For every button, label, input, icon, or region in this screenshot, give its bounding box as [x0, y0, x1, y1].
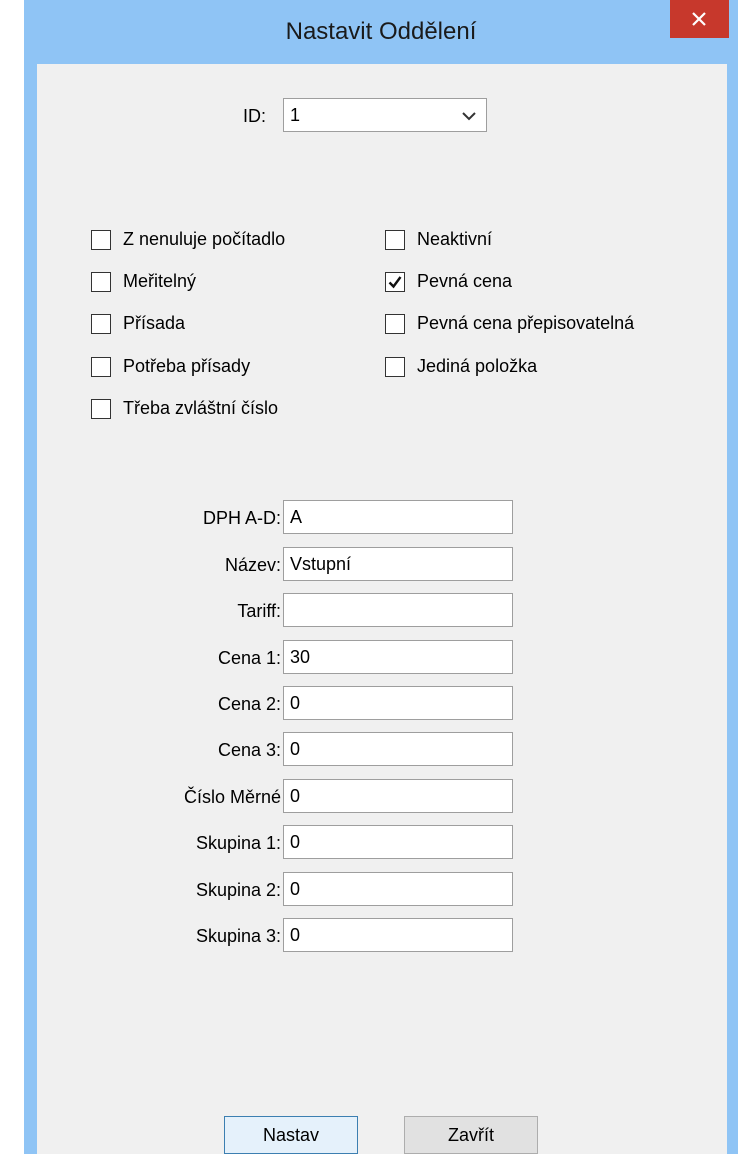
checkbox-box[interactable]: [91, 230, 111, 250]
checkbox-box[interactable]: [91, 272, 111, 292]
checkbox-label: Pevná cena: [417, 271, 513, 291]
checkbox-label: Neaktivní: [417, 229, 493, 249]
field-label-cena-3: Cena 3:: [217, 740, 281, 760]
nazev-input[interactable]: Vstupní: [283, 547, 513, 581]
title-bar[interactable]: Nastavit Oddělení: [24, 0, 738, 64]
checkbox-box[interactable]: [385, 357, 405, 377]
cena-2-input[interactable]: 0: [283, 686, 513, 720]
skupina-1-value: 0: [290, 832, 301, 852]
nazev-value: Vstupní: [290, 554, 352, 574]
field-label-cena-2: Cena 2:: [217, 694, 281, 714]
field-label-skupina-2: Skupina 2:: [195, 880, 281, 900]
checkbox-label: Pevná cena přepisovatelná: [417, 313, 635, 333]
window-title: Nastavit Oddělení: [285, 18, 477, 45]
field-label-tariff: Tariff:: [237, 601, 281, 621]
checkbox-box[interactable]: [385, 230, 405, 250]
checkbox-box[interactable]: [91, 399, 111, 419]
skupina-1-input[interactable]: 0: [283, 825, 513, 859]
dph-input[interactable]: A: [283, 500, 513, 534]
id-label: ID:: [243, 106, 267, 126]
close-icon: [692, 12, 706, 26]
nastav-button[interactable]: Nastav: [224, 1116, 358, 1154]
checkbox-label: Potřeba přísady: [123, 356, 251, 376]
cena-1-input[interactable]: 30: [283, 640, 513, 674]
chevron-down-icon: [462, 112, 476, 121]
field-label-dph: DPH A-D:: [202, 508, 281, 528]
dialog-content: ID: 1 Z nenuluje počítadlo Meřitelný Pří…: [37, 64, 727, 1154]
dialog-window: Nastavit Oddělení ID: 1 Z nenuluje počít…: [24, 0, 738, 1154]
skupina-3-value: 0: [290, 925, 301, 945]
zavrit-button[interactable]: Zavřít: [404, 1116, 538, 1154]
field-label-nazev: Název:: [224, 555, 281, 575]
skupina-3-input[interactable]: 0: [283, 918, 513, 952]
cena-3-input[interactable]: 0: [283, 732, 513, 766]
checkbox-label: Přísada: [123, 313, 186, 333]
skupina-2-input[interactable]: 0: [283, 872, 513, 906]
field-label-skupina-3: Skupina 3:: [195, 926, 281, 946]
dph-value: A: [290, 507, 303, 527]
skupina-2-value: 0: [290, 879, 301, 899]
cislo-merne-input[interactable]: 0: [283, 779, 513, 813]
checkbox-box[interactable]: [91, 357, 111, 377]
tariff-input[interactable]: [283, 593, 513, 627]
cena-2-value: 0: [290, 693, 301, 713]
cena-3-value: 0: [290, 739, 301, 759]
field-label-skupina-1: Skupina 1:: [195, 833, 281, 853]
checkbox-label: Jediná položka: [417, 356, 538, 376]
checkbox-box[interactable]: [385, 314, 405, 334]
field-label-cislo-merne: Číslo Měrné: [183, 787, 281, 807]
id-select[interactable]: 1: [283, 98, 487, 132]
checkbox-label: Meřitelný: [123, 271, 197, 291]
checkmark-icon: [388, 276, 402, 289]
checkbox-box[interactable]: [91, 314, 111, 334]
close-window-button[interactable]: [670, 0, 729, 38]
checkbox-label: Třeba zvláštní číslo: [123, 398, 279, 418]
cislo-merne-value: 0: [290, 786, 301, 806]
cena-1-value: 30: [290, 647, 311, 667]
field-label-cena-1: Cena 1:: [217, 648, 281, 668]
checkbox-box[interactable]: [385, 272, 405, 292]
id-select-value: 1: [290, 105, 301, 125]
checkbox-label: Z nenuluje počítadlo: [123, 229, 286, 249]
